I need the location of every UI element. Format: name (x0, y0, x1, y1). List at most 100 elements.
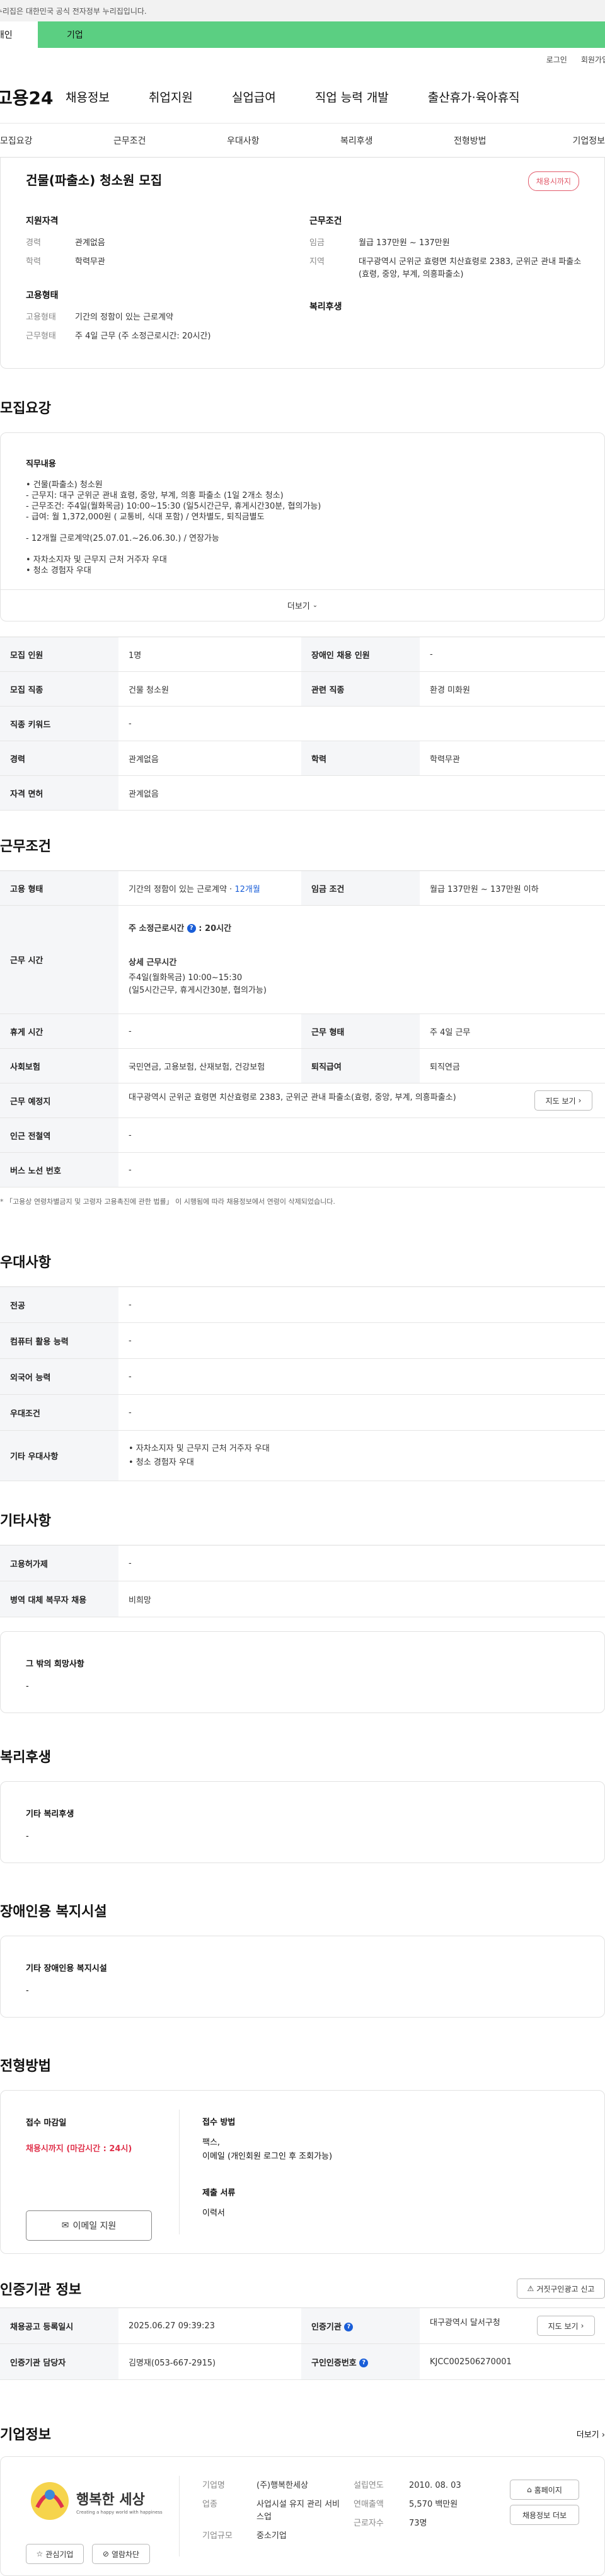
table-row: 직종 키워드 - (0, 706, 605, 741)
nav-leave[interactable]: 출산휴가·육아휴직 (428, 88, 520, 105)
bus-label: 버스 노선 번호 (0, 1152, 118, 1187)
military-value: 비희망 (118, 1581, 605, 1617)
login-link[interactable]: 로그인 (546, 54, 567, 65)
retirement-label: 퇴직급여 (301, 1048, 420, 1083)
duty-title: 직무내용 (26, 459, 56, 469)
other-title: 기타사항 (0, 1513, 51, 1529)
anchor-company[interactable]: 기업정보 (567, 134, 605, 147)
map-button[interactable]: 지도 보기 › (534, 1090, 592, 1111)
more-button[interactable]: 더보기 ⌄ (1, 589, 604, 621)
cert-table: 채용공고 등록일시 2025.06.27 09:39:23 인증기관 ? 대구광역시 … (0, 2307, 605, 2380)
block-view-button[interactable]: ⊘ 열람차단 (92, 2544, 150, 2564)
help-icon[interactable]: ? (344, 2323, 354, 2331)
tab-company[interactable]: 기업 (38, 21, 605, 48)
site-tabs: 개인 기업 (0, 21, 605, 48)
site-logo[interactable]: 고용24 (0, 84, 66, 110)
deadline-value: 채용시까지 (마감시간 : 24시) (26, 2144, 132, 2154)
table-row: 우대조건 - (0, 1394, 605, 1431)
duty-line: - 근무조건: 주4일(월화목금) 10:00~15:30 (일5시간근무, 휴… (26, 502, 321, 511)
more-jobs-button[interactable]: 채용정보 더보 (510, 2505, 579, 2525)
military-label: 병역 대체 복무자 채용 (0, 1581, 118, 1617)
method-line: 이메일 (개인회원 로그인 후 조회가능) (202, 2152, 333, 2161)
star-icon: ☆ (36, 2550, 43, 2558)
tab-personal-label: 개인 (0, 30, 13, 40)
company-more-link[interactable]: 더보기 › (577, 2428, 605, 2440)
subway-label: 인근 전철역 (0, 1118, 118, 1153)
reg-date-label: 채용공고 등록일시 (0, 2307, 118, 2344)
related-job-value: 환경 미화원 (420, 671, 605, 707)
cert-org-label: 인증기관 ? (301, 2307, 420, 2344)
email-apply-button[interactable]: ✉ 이메일 지원 (26, 2210, 152, 2241)
recruit-table: 모집 인원 1명 장애인 채용 인원 - 모집 직종 건물 청소원 관련 직종 환경 미화원… (0, 637, 605, 811)
duty-content: • 건물(파출소) 청소원 - 근무지: 대구 군위군 관내 효령, 중앙, 부… (26, 480, 321, 576)
tab-personal[interactable]: 개인 (0, 21, 38, 48)
company-name-row: 기업명 (주)행복한세상 (202, 2480, 354, 2492)
table-row: 인근 전철역 - (0, 1118, 605, 1153)
wage-row: 임금 월급 137만원 ~ 137만원 (309, 237, 587, 250)
nav-training[interactable]: 직업 능력 개발 (315, 88, 389, 105)
table-row: 사회보험 국민연금, 고용보험, 산재보험, 건강보험 퇴직급여 퇴직연금 (0, 1048, 605, 1083)
job-type-label: 모집 직종 (0, 671, 118, 707)
founded-row: 설립연도 2010. 08. 03 (354, 2480, 480, 2492)
cert-map-button[interactable]: 지도 보기 › (537, 2316, 595, 2336)
disabled-title: 장애인용 복지시설 (0, 1904, 107, 1920)
table-row: 근무 예정지 대구광역시 군위군 효령면 치산효령로 2383, 군위군 관내 파… (0, 1083, 605, 1118)
cert-manager-label: 인증기관 담당자 (0, 2343, 118, 2380)
nav-unemployment-benefit[interactable]: 실업급여 (232, 88, 276, 105)
screening-title: 전형방법 (0, 2059, 51, 2074)
contract-months: 12개월 (234, 884, 260, 894)
anchor-recruit[interactable]: 모집요강 (0, 134, 113, 147)
home-icon: ⌂ (527, 2485, 532, 2494)
report-button[interactable]: ⚠ 거짓구인광고 신고 (517, 2279, 605, 2299)
more-label: 더보기 (287, 602, 310, 611)
work-form-value: 주 4일 근무 (주 소정근로시간: 20시간) (75, 332, 211, 341)
anchor-tabs: 모집요강 근무조건 우대사항 복리후생 전형방법 기업정보 (0, 124, 605, 158)
qualification-title: 지원자격 (26, 216, 59, 226)
signup-link[interactable]: 회원가입 (581, 54, 605, 65)
nav-jobs[interactable]: 채용정보 (66, 88, 110, 105)
homepage-button[interactable]: ⌂ 홈페이지 (510, 2480, 579, 2500)
education-value: 학력무관 (75, 257, 105, 267)
cert-number-text: 구인인증번호 (311, 2358, 357, 2368)
anchor-workcond[interactable]: 근무조건 (113, 134, 227, 147)
founded-label: 설립연도 (354, 2481, 384, 2490)
table-row: 고용허가제 - (0, 1545, 605, 1581)
nav-employment-support[interactable]: 취업지원 (149, 88, 193, 105)
region-row: 지역 대구광역시 군위군 효령면 치산효령로 2383, 군위군 관내 파출소(효… (309, 256, 587, 281)
docs-title: 제출 서류 (202, 2188, 236, 2198)
duty-line: - 12개월 근로계약(25.07.01.~26.06.30.) / 연장가능 (26, 534, 219, 543)
cert-org-text-value: 대구광역시 달서구청 (430, 2318, 500, 2328)
table-row: 채용공고 등록일시 2025.06.27 09:39:23 인증기관 ? 대구광역시 … (0, 2307, 605, 2344)
revenue-row: 연매출액 5,570 백만원 (354, 2498, 480, 2511)
education-row: 학력 학력무관 (26, 256, 291, 269)
block-label: 열람차단 (111, 2550, 140, 2559)
favorite-company-button[interactable]: ☆ 관심기업 (26, 2544, 84, 2564)
license-value: 관계없음 (118, 775, 605, 811)
work-form-label: 근무형태 (26, 332, 56, 341)
wage-cond-label: 임금 조건 (301, 870, 420, 906)
permit-value: - (118, 1545, 605, 1581)
mail-icon: ✉ (61, 2221, 69, 2231)
anchor-welfare[interactable]: 복리후생 (340, 134, 454, 147)
region-value: 대구광역시 군위군 효령면 치산효령로 2383, 군위군 관내 파출소(효령,… (359, 257, 582, 279)
duty-line (26, 523, 321, 533)
wage-value: 월급 137만원 ~ 137만원 (359, 238, 450, 248)
disabled-card: 기타 장애인용 복지시설 - (0, 1936, 605, 2018)
table-row: 고용 형태 기간의 정함이 있는 근로계약 · 12개월 임금 조건 월급 137만원… (0, 870, 605, 906)
work-time-label: 근무 시간 (0, 905, 118, 1014)
help-icon[interactable]: ? (359, 2359, 369, 2367)
emp-form-value: 기간의 정함이 있는 근로계약 (75, 313, 173, 322)
education-table-value: 학력무관 (420, 741, 605, 776)
anchor-pref[interactable]: 우대사항 (227, 134, 340, 147)
anchor-screening[interactable]: 전형방법 (454, 134, 567, 147)
other-table: 고용허가제 - 병역 대체 복무자 채용 비희망 (0, 1545, 605, 1617)
chevron-down-icon: ⌄ (312, 602, 318, 609)
revenue-value: 5,570 백만원 (409, 2500, 458, 2509)
other-wish-card: 그 밖의 희망사항 - (0, 1631, 605, 1713)
table-row: 모집 직종 건물 청소원 관련 직종 환경 미화원 (0, 671, 605, 707)
cert-manager-value: 김명재(053-667-2915) (118, 2343, 301, 2380)
help-icon[interactable]: ? (187, 924, 196, 933)
etc-pref-value: • 자차소지자 및 근무지 근처 거주자 우대 • 청소 경험자 우대 (118, 1430, 605, 1481)
other-wish-title: 그 밖의 희망사항 (26, 1660, 84, 1669)
main-nav: 고용24 채용정보 취업지원 실업급여 직업 능력 개발 출산휴가·육아휴직 (0, 71, 605, 124)
